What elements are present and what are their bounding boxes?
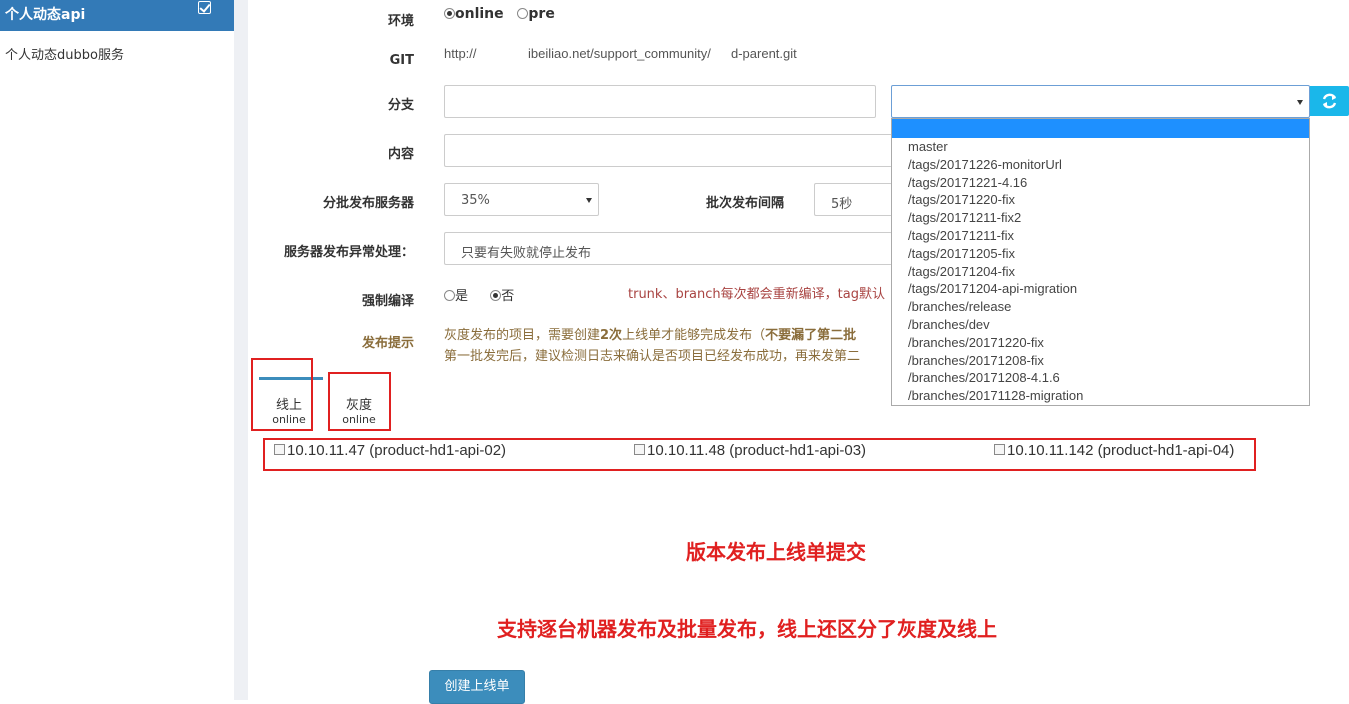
branch-option[interactable]: /branches/20171208-4.1.6 <box>908 370 1060 385</box>
error-handling-select[interactable]: 只要有失败就停止发布 <box>444 232 892 265</box>
env-online-label: online <box>455 6 504 22</box>
branch-option[interactable]: /branches/20171208-fix <box>908 353 1044 368</box>
git-label: GIT <box>389 53 414 68</box>
tip-line-1-c: 上线单才能够完成发布（ <box>622 328 766 343</box>
branch-select[interactable] <box>891 85 1310 118</box>
content-label: 内容 <box>387 147 414 162</box>
create-release-button[interactable]: 创建上线单 <box>429 670 525 704</box>
env-label: 环境 <box>387 14 414 29</box>
sidebar-header[interactable]: 个人动态api <box>0 0 234 31</box>
server-checkbox[interactable] <box>274 444 285 455</box>
server-label: 10.10.11.142 (product-hd1-api-04) <box>1007 442 1235 459</box>
server-label: 10.10.11.48 (product-hd1-api-03) <box>647 442 867 459</box>
force-radio-group: 是 否 <box>444 285 514 304</box>
interval-label: 批次发布间隔 <box>705 196 784 211</box>
sidebar-item-dubbo[interactable]: 个人动态dubbo服务 <box>5 44 124 63</box>
server-checkbox[interactable] <box>634 444 645 455</box>
branch-label: 分支 <box>387 98 414 113</box>
server-label: 10.10.11.47 (product-hd1-api-02) <box>287 442 507 459</box>
force-compile-label: 强制编译 <box>361 294 414 309</box>
content-input[interactable] <box>444 134 892 167</box>
tip-line-1: 灰度发布的项目，需要创建2次上线单才能够完成发布（不要漏了第二批 <box>444 324 856 343</box>
branch-option[interactable]: /tags/20171205-fix <box>908 246 1015 261</box>
edit-checkbox-icon[interactable] <box>198 1 211 14</box>
force-compile-note: trunk、branch每次都会重新编译，tag默认 <box>628 287 885 302</box>
force-yes-radio[interactable] <box>444 290 455 301</box>
force-yes-label: 是 <box>455 289 469 304</box>
env-online-radio[interactable] <box>444 8 455 19</box>
git-url-part-c: d-parent.git <box>731 46 797 61</box>
refresh-icon <box>1322 93 1337 109</box>
refresh-button[interactable] <box>1310 86 1349 116</box>
git-url-part-a: http:// <box>444 46 477 61</box>
branch-dropdown-list[interactable]: master/tags/20171226-monitorUrl/tags/201… <box>891 118 1310 406</box>
branch-option[interactable]: /tags/20171226-monitorUrl <box>908 157 1062 172</box>
branch-option[interactable]: master <box>908 139 948 154</box>
chevron-down-icon <box>586 198 592 203</box>
server-checkbox[interactable] <box>994 444 1005 455</box>
batch-select[interactable]: 35% <box>444 183 599 216</box>
env-pre-label: pre <box>528 6 555 22</box>
interval-select[interactable]: 5秒 <box>814 183 892 216</box>
batch-label: 分批发布服务器 <box>322 196 414 211</box>
tab-gray[interactable]: 灰度 online <box>332 394 386 426</box>
server-item[interactable]: 10.10.11.48 (product-hd1-api-03) <box>634 442 866 459</box>
env-radio-group: online pre <box>444 6 555 22</box>
branch-option[interactable]: /tags/20171204-api-migration <box>908 281 1077 296</box>
branch-option[interactable]: /branches/release <box>908 299 1011 314</box>
error-handling-value: 只要有失败就停止发布 <box>461 246 592 261</box>
server-item[interactable]: 10.10.11.142 (product-hd1-api-04) <box>994 442 1234 459</box>
branch-option[interactable]: /tags/20171221-4.16 <box>908 175 1027 190</box>
tab-online-label: 线上 <box>275 398 302 413</box>
force-no-radio[interactable] <box>490 290 502 301</box>
annotation-title: 版本发布上线单提交 <box>686 540 866 564</box>
error-handling-label: 服务器发布异常处理： <box>283 245 414 260</box>
env-pre-radio[interactable] <box>517 8 529 19</box>
server-item[interactable]: 10.10.11.47 (product-hd1-api-02) <box>274 442 506 459</box>
branch-option[interactable]: /tags/20171204-fix <box>908 264 1015 279</box>
tab-gray-label: 灰度 <box>345 398 372 413</box>
sidebar-scrollbar[interactable] <box>234 0 248 700</box>
branch-option[interactable]: /tags/20171211-fix2 <box>908 210 1021 225</box>
tab-online-sub: online <box>272 413 306 426</box>
tip-label: 发布提示 <box>361 336 414 351</box>
git-url-part-b: ibeiliao.net/support_community/ <box>528 46 711 61</box>
tip-line-1-d: 不要漏了第二批 <box>765 328 857 343</box>
tab-gray-sub: online <box>342 413 376 426</box>
branch-option[interactable]: /tags/20171211-fix <box>908 228 1014 243</box>
branch-option[interactable]: /branches/dev <box>908 317 990 332</box>
tip-line-1-b: 2次 <box>600 328 623 343</box>
tab-online[interactable]: 线上 online <box>262 394 316 426</box>
annotation-subtitle: 支持逐台机器发布及批量发布，线上还区分了灰度及线上 <box>497 617 997 641</box>
dropdown-highlight-row[interactable] <box>892 119 1309 138</box>
batch-select-value: 35% <box>461 193 490 208</box>
tip-line-2: 第一批发完后，建议检测日志来确认是否项目已经发布成功，再来发第二 <box>444 349 861 364</box>
sidebar-title: 个人动态api <box>5 7 86 23</box>
branch-option[interactable]: /tags/20171220-fix <box>908 192 1015 207</box>
force-no-label: 否 <box>501 289 515 304</box>
tip-line-1-a: 灰度发布的项目，需要创建 <box>444 328 601 343</box>
branch-option[interactable]: /branches/20171128-migration <box>908 388 1083 403</box>
branch-option[interactable]: /branches/20171220-fix <box>908 335 1044 350</box>
branch-input[interactable] <box>444 85 876 118</box>
interval-select-value: 5秒 <box>831 197 853 212</box>
sidebar: 个人动态api 个人动态dubbo服务 <box>0 0 234 700</box>
chevron-down-icon <box>1297 100 1303 105</box>
